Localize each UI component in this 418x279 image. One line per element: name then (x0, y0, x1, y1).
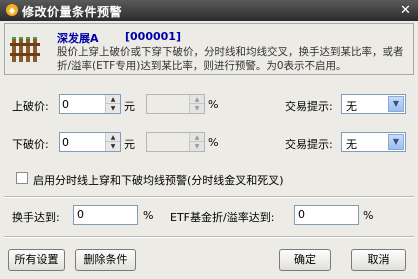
lower-hint-select[interactable]: 无 ▼ (341, 132, 406, 152)
upper-hint-select[interactable]: 无 ▼ (341, 94, 406, 114)
lower-pct-input (149, 134, 187, 150)
cross-warning-label[interactable]: 启用分时线上穿和下破均线预警(分时线金叉和死叉) (33, 172, 284, 188)
divider (4, 236, 414, 238)
lower-price-label: 下破价: (12, 138, 49, 151)
spin-up-icon: ▲ (190, 95, 204, 104)
etf-unit: % (363, 209, 374, 222)
lower-pct-spinner: ▲ ▼ (146, 132, 205, 152)
close-icon[interactable]: ✕ (397, 2, 414, 19)
spinner-buttons: ▲ ▼ (105, 95, 120, 113)
turnover-unit: % (143, 209, 154, 222)
spin-up-icon[interactable]: ▲ (106, 133, 120, 142)
app-logo-icon (6, 4, 18, 16)
lower-hint-value: 无 (346, 138, 357, 151)
turnover-label: 换手达到: (12, 211, 60, 224)
lower-price-spinner[interactable]: ▲ ▼ (59, 132, 121, 152)
divider (4, 196, 414, 198)
turnover-input[interactable] (77, 208, 128, 221)
chevron-down-icon[interactable]: ▼ (388, 134, 404, 150)
fence-icon (10, 37, 40, 62)
upper-hint-value: 无 (346, 100, 357, 113)
etf-input[interactable] (298, 208, 349, 221)
spin-down-icon[interactable]: ▼ (106, 104, 120, 113)
cross-warning-checkbox[interactable] (16, 172, 28, 184)
turnover-field[interactable] (73, 205, 138, 225)
upper-pct-input (149, 96, 187, 112)
upper-price-label: 上破价: (12, 100, 49, 113)
etf-field[interactable] (294, 205, 359, 225)
all-settings-button[interactable]: 所有设置 (8, 249, 65, 271)
upper-price-input[interactable] (62, 96, 102, 112)
lower-price-input[interactable] (62, 134, 102, 150)
lower-price-unit: 元 (124, 138, 135, 151)
upper-pct-unit: % (208, 98, 219, 111)
lower-hint-label: 交易提示: (285, 138, 333, 151)
stock-name: 深发展A (57, 32, 99, 45)
window-title: 修改价量条件预警 (22, 5, 123, 19)
spinner-buttons: ▲ ▼ (189, 133, 204, 151)
spin-down-icon: ▼ (190, 142, 204, 151)
upper-pct-spinner: ▲ ▼ (146, 94, 205, 114)
etf-label: ETF基金折/溢率达到: (170, 211, 275, 224)
upper-price-spinner[interactable]: ▲ ▼ (59, 94, 121, 114)
upper-price-unit: 元 (124, 100, 135, 113)
spinner-buttons: ▲ ▼ (105, 133, 120, 151)
spinner-buttons: ▲ ▼ (189, 95, 204, 113)
ok-button[interactable]: 确定 (279, 249, 331, 271)
lower-pct-unit: % (208, 136, 219, 149)
spin-down-icon: ▼ (190, 104, 204, 113)
spin-up-icon[interactable]: ▲ (106, 95, 120, 104)
dialog-window: 修改价量条件预警 ✕ 深发展A [000001] 股价上穿上破价或下穿下破价，分… (0, 0, 418, 279)
spin-down-icon[interactable]: ▼ (106, 142, 120, 151)
stock-info-panel: 深发展A [000001] 股价上穿上破价或下穿下破价，分时线和均线交叉，换手达… (4, 23, 414, 75)
description-text: 股价上穿上破价或下穿下破价，分时线和均线交叉，换手达到某比率，或者折/溢率(ET… (57, 46, 404, 72)
chevron-down-icon[interactable]: ▼ (388, 96, 404, 112)
stock-code: [000001] (125, 30, 181, 43)
upper-hint-label: 交易提示: (285, 100, 333, 113)
title-bar[interactable]: 修改价量条件预警 ✕ (0, 0, 418, 21)
spin-up-icon: ▲ (190, 133, 204, 142)
cancel-button[interactable]: 取消 (351, 249, 406, 271)
delete-condition-button[interactable]: 删除条件 (75, 249, 136, 271)
